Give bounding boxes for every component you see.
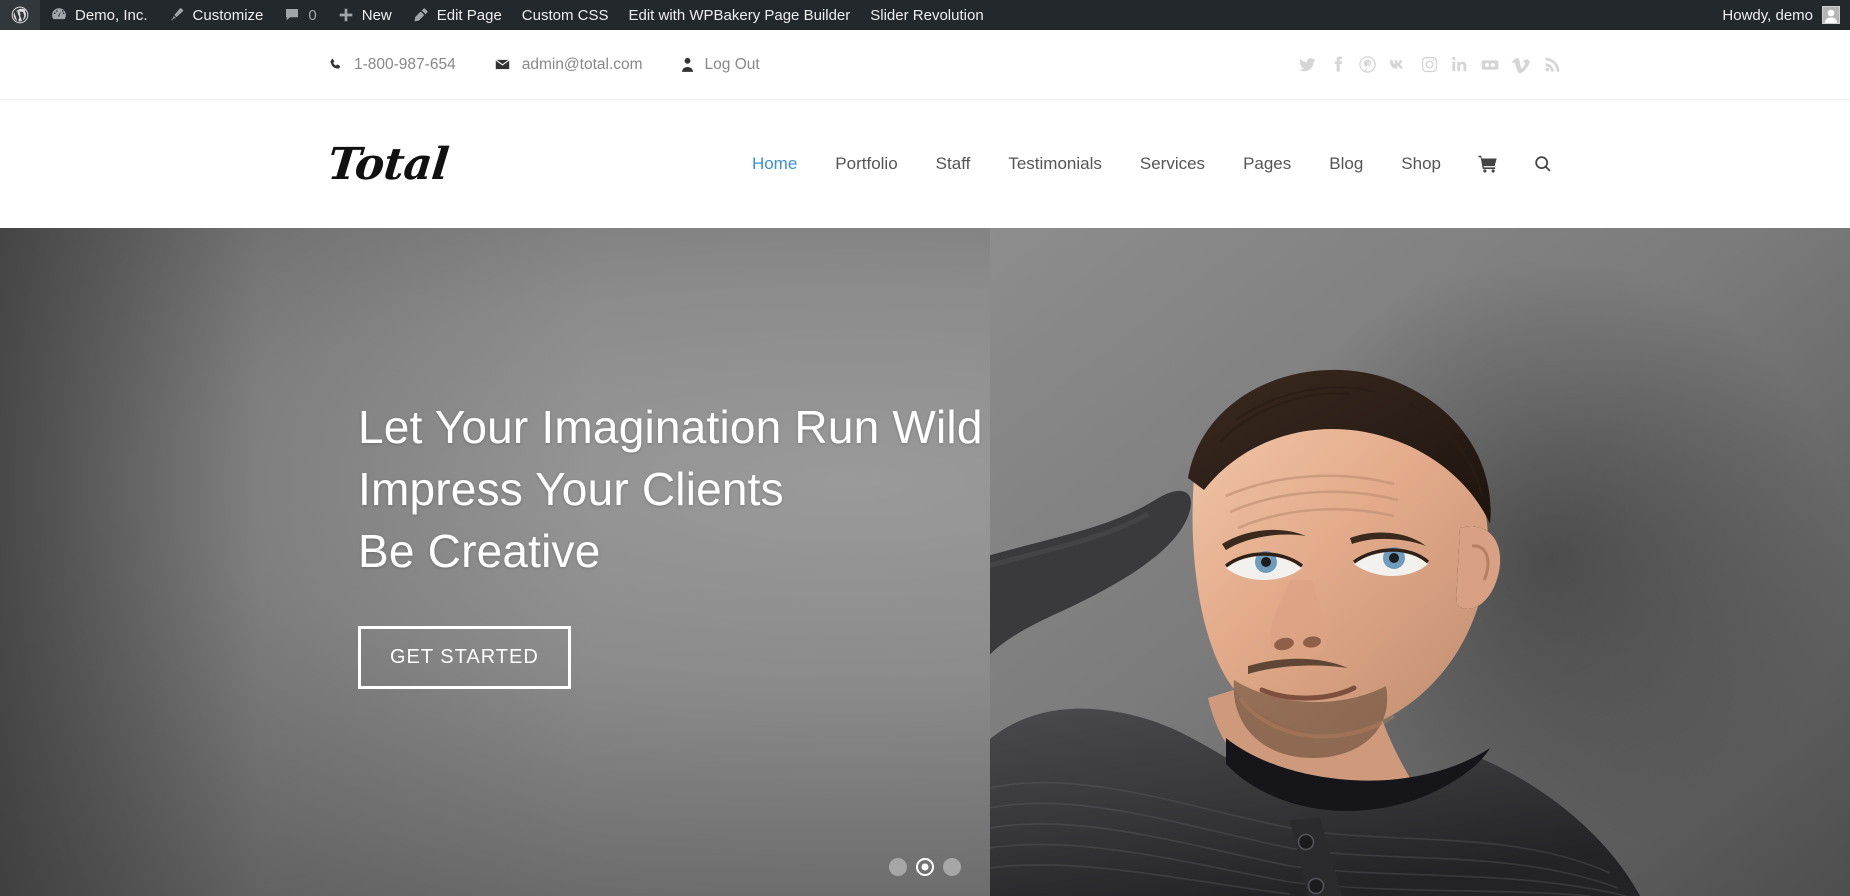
admin-bar-label-new: New xyxy=(361,6,392,24)
envelope-icon xyxy=(494,56,511,73)
admin-bar-item-new-content[interactable]: New xyxy=(327,0,402,30)
top-bar-contact-group: 1-800-987-654 admin@total.com Log Out xyxy=(328,56,760,74)
howdy-label: Howdy, demo xyxy=(1722,6,1813,24)
admin-bar-label-customize: Customize xyxy=(192,6,264,24)
admin-bar-label-custom-css: Custom CSS xyxy=(521,6,609,24)
search-icon[interactable] xyxy=(1516,154,1570,174)
site-header: Total Home Portfolio Staff Testimonials … xyxy=(0,100,1850,228)
nav-item-staff[interactable]: Staff xyxy=(917,100,990,228)
vk-icon[interactable] xyxy=(1388,54,1409,75)
slider-dot-3[interactable] xyxy=(943,858,961,876)
nav-item-services[interactable]: Services xyxy=(1121,100,1224,228)
email-text: admin@total.com xyxy=(521,55,643,73)
phone-text: 1-800-987-654 xyxy=(354,55,456,73)
twitter-icon[interactable] xyxy=(1298,55,1317,74)
comment-bubble-icon xyxy=(283,6,301,24)
rss-icon[interactable] xyxy=(1543,55,1562,74)
email-link[interactable]: admin@total.com xyxy=(494,56,643,74)
admin-bar-item-slider-revolution[interactable]: Slider Revolution xyxy=(860,0,993,30)
admin-bar-item-edit-page[interactable]: Edit Page xyxy=(402,0,512,30)
phone-icon xyxy=(328,57,343,72)
admin-bar-comment-count: 0 xyxy=(308,6,317,24)
facebook-icon[interactable] xyxy=(1328,55,1347,74)
admin-bar-label-edit-page: Edit Page xyxy=(436,6,502,24)
logout-text: Log Out xyxy=(704,55,760,73)
hero-caption: Let Your Imagination Run Wild Impress Yo… xyxy=(358,396,983,689)
logout-link[interactable]: Log Out xyxy=(681,56,760,74)
slider-pagination xyxy=(889,858,961,876)
wp-admin-bar: Demo, Inc. Customize 0 New Edit Page Cus… xyxy=(0,0,1850,30)
admin-bar-label-site-name: Demo, Inc. xyxy=(75,6,148,24)
hero-line-3: Be Creative xyxy=(358,525,601,577)
get-started-button[interactable]: GET STARTED xyxy=(358,626,571,689)
admin-bar-my-account[interactable]: Howdy, demo xyxy=(1722,0,1850,30)
nav-item-blog[interactable]: Blog xyxy=(1310,100,1382,228)
slider-dot-1[interactable] xyxy=(889,858,907,876)
instagram-icon[interactable] xyxy=(1420,55,1439,74)
hero-line-1: Let Your Imagination Run Wild xyxy=(358,401,983,453)
top-bar: 1-800-987-654 admin@total.com Log Out xyxy=(0,30,1850,100)
nav-item-testimonials[interactable]: Testimonials xyxy=(989,100,1121,228)
site-logo[interactable]: Total xyxy=(325,139,450,190)
nav-item-home[interactable]: Home xyxy=(733,100,816,228)
dashboard-icon xyxy=(50,6,68,24)
admin-bar-label-wpbakery: Edit with WPBakery Page Builder xyxy=(628,6,851,24)
shopping-cart-icon[interactable] xyxy=(1460,153,1516,175)
admin-bar-item-site-name[interactable]: Demo, Inc. xyxy=(40,0,158,30)
hero-slider: Let Your Imagination Run Wild Impress Yo… xyxy=(0,228,1850,896)
plus-icon xyxy=(337,6,355,24)
pinterest-icon[interactable] xyxy=(1358,55,1377,74)
man-looking-up-photo xyxy=(990,228,1850,896)
vimeo-icon[interactable] xyxy=(1511,54,1532,75)
wp-logo-menu[interactable] xyxy=(0,0,40,30)
admin-bar-label-slider-revolution: Slider Revolution xyxy=(870,6,984,24)
nav-item-portfolio[interactable]: Portfolio xyxy=(816,100,916,228)
linkedin-icon[interactable] xyxy=(1450,55,1469,74)
nav-item-shop[interactable]: Shop xyxy=(1382,100,1460,228)
slider-dot-2[interactable] xyxy=(916,858,934,876)
main-navigation: Home Portfolio Staff Testimonials Servic… xyxy=(733,100,1570,228)
nav-item-pages[interactable]: Pages xyxy=(1224,100,1310,228)
admin-bar-item-custom-css[interactable]: Custom CSS xyxy=(512,0,619,30)
admin-bar-item-wpbakery[interactable]: Edit with WPBakery Page Builder xyxy=(619,0,861,30)
phone-link[interactable]: 1-800-987-654 xyxy=(328,56,456,74)
wordpress-logo-icon xyxy=(10,5,30,25)
user-icon xyxy=(681,57,694,72)
user-avatar-icon xyxy=(1822,6,1840,24)
social-links xyxy=(1298,54,1562,75)
admin-bar-item-comments[interactable]: 0 xyxy=(273,0,326,30)
hero-line-2: Impress Your Clients xyxy=(358,463,784,515)
pencil-icon xyxy=(412,6,430,24)
paintbrush-icon xyxy=(168,6,186,24)
admin-bar-item-customize[interactable]: Customize xyxy=(158,0,274,30)
flickr-icon[interactable] xyxy=(1480,55,1500,75)
